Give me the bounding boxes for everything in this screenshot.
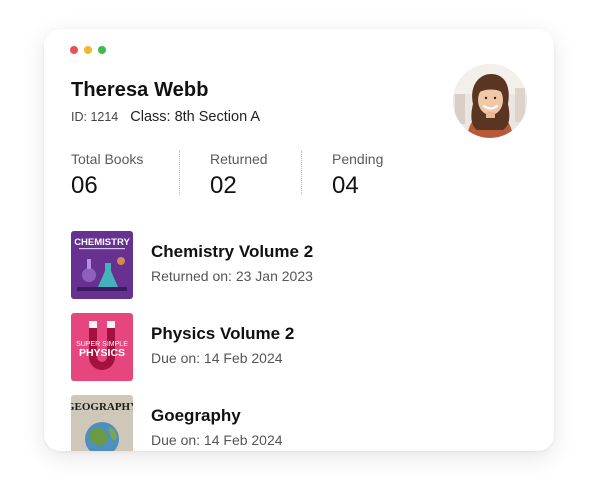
window-controls	[70, 46, 106, 54]
stat-divider	[179, 151, 180, 195]
book-cover-geography: GEOGRAPHY	[71, 395, 133, 451]
cover-title: PHYSICS	[79, 347, 125, 359]
avatar-photo-icon	[453, 64, 527, 138]
student-id: ID: 1214	[71, 110, 119, 124]
physics-cover-icon: SUPER SIMPLE PHYSICS	[71, 313, 133, 381]
stat-pending: Pending 04	[332, 151, 383, 200]
book-cover-physics: SUPER SIMPLE PHYSICS	[71, 313, 133, 381]
book-cover-chemistry: CHEMISTRY	[71, 231, 133, 299]
book-title[interactable]: Physics Volume 2	[151, 324, 294, 344]
stat-label: Returned	[210, 151, 268, 167]
student-name: Theresa Webb	[71, 79, 209, 101]
cover-title: CHEMISTRY	[74, 237, 130, 248]
cover-title: GEOGRAPHY	[71, 401, 133, 413]
stat-label: Total Books	[71, 151, 144, 167]
minimize-dot-icon[interactable]	[84, 46, 92, 54]
list-item-book[interactable]: SUPER SIMPLE PHYSICS Physics Volume 2 Du…	[71, 313, 511, 381]
avatar[interactable]	[453, 64, 527, 138]
book-status: Due on: 14 Feb 2024	[151, 432, 283, 448]
student-class: Class: 8th Section A	[130, 109, 261, 125]
book-status: Returned on: 23 Jan 2023	[151, 268, 313, 284]
stat-returned: Returned 02	[210, 151, 268, 200]
stat-label: Pending	[332, 151, 384, 167]
stat-total-books: Total Books 06	[71, 151, 143, 200]
stat-value: 02	[210, 172, 237, 199]
book-status: Due on: 14 Feb 2024	[151, 350, 283, 366]
stat-divider	[301, 151, 302, 195]
geography-cover-icon: GEOGRAPHY	[71, 395, 133, 451]
stats-row: Total Books 06 Returned 02 Pending 04	[71, 151, 511, 207]
student-card-window: Theresa Webb ID: 1214 Class: 8th Section…	[44, 29, 554, 451]
chemistry-cover-icon: CHEMISTRY	[71, 231, 133, 299]
stat-value: 06	[71, 172, 98, 199]
list-item-book[interactable]: GEOGRAPHY Goegraphy Due on: 14 Feb 2024	[71, 395, 511, 451]
book-title[interactable]: Chemistry Volume 2	[151, 242, 313, 262]
book-title[interactable]: Goegraphy	[151, 406, 241, 426]
list-item-book[interactable]: CHEMISTRY Chemistry Volume 2 Returned on…	[71, 231, 511, 299]
close-dot-icon[interactable]	[70, 46, 78, 54]
maximize-dot-icon[interactable]	[98, 46, 106, 54]
stat-value: 04	[332, 172, 359, 199]
student-meta: ID: 1214 Class: 8th Section A	[71, 109, 260, 125]
